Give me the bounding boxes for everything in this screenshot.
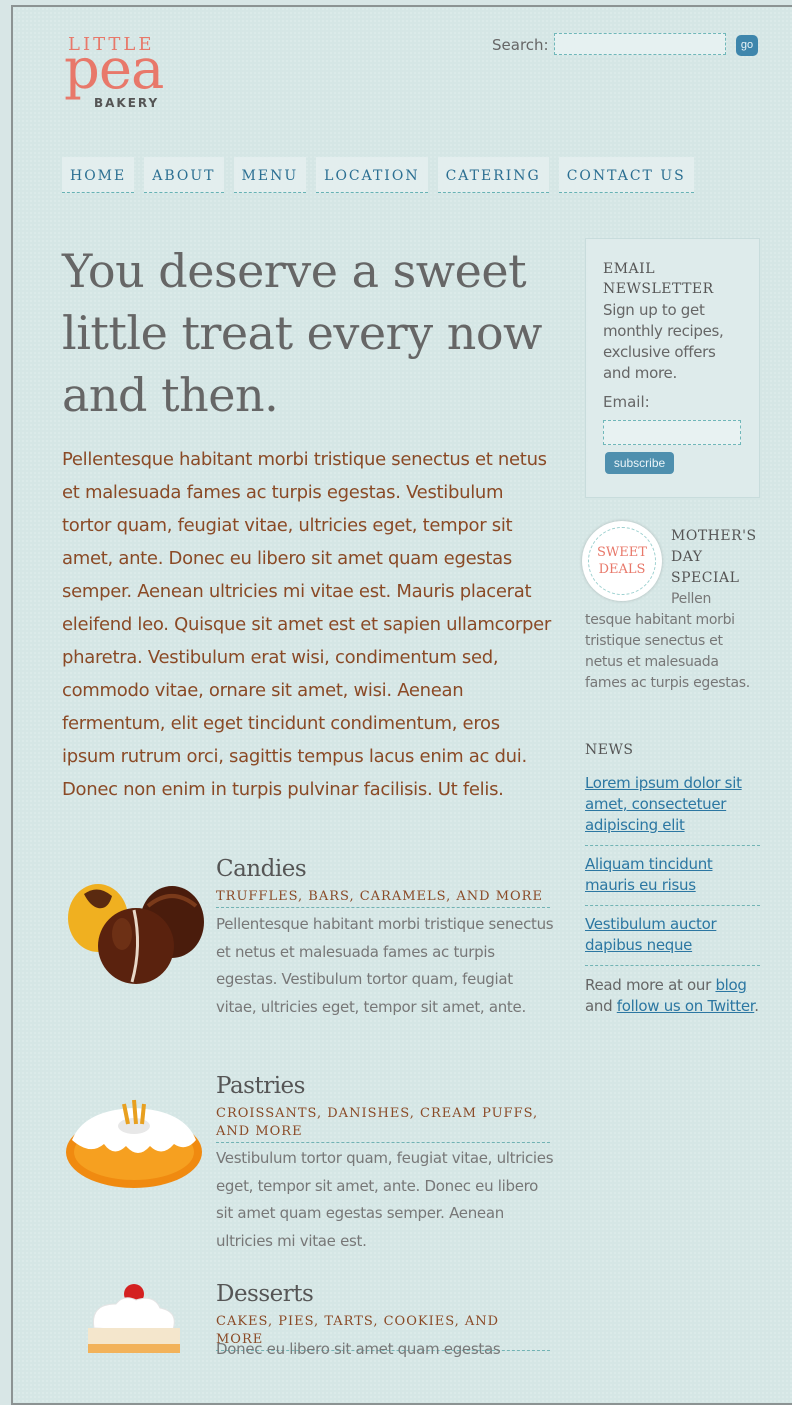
product-subtitle-pastries: CROISSANTS, DANISHES, CREAM PUFFS, AND M…: [216, 1105, 550, 1143]
hero-headline: You deserve a sweet little treat every n…: [62, 244, 542, 422]
blog-link[interactable]: blog: [715, 976, 747, 994]
read-more-text: Read more at our blog and follow us on T…: [585, 975, 760, 1017]
search-input[interactable]: [554, 33, 726, 55]
nav-contact-us[interactable]: CONTACT US: [558, 157, 694, 193]
newsletter-email-input[interactable]: [603, 420, 741, 445]
bundt-cake-icon: [64, 1096, 204, 1192]
sweet-deals-badge-text: SWEET DEALS: [588, 527, 656, 595]
nav-home[interactable]: HOME: [62, 157, 135, 193]
nav-location[interactable]: LOCATION: [316, 157, 428, 193]
read-more-middle: and: [585, 997, 617, 1015]
search-label: Search:: [492, 36, 549, 54]
product-description-pastries: Vestibulum tortor quam, feugiat vitae, u…: [216, 1149, 554, 1250]
newsletter-email-label: Email:: [603, 393, 650, 411]
logo-bakery-text: BAKERY: [94, 96, 160, 110]
subscribe-button[interactable]: subscribe: [605, 452, 674, 474]
mothers-day-title: MOTHER'S DAY SPECIAL: [671, 528, 757, 586]
news-heading: NEWS: [585, 742, 634, 758]
nav-menu[interactable]: MENU: [233, 157, 307, 193]
product-description-candies: Pellentesque habitant morbi tristique se…: [216, 915, 554, 1016]
news-link-2[interactable]: Aliquam tincidunt mauris eu risus: [585, 854, 760, 906]
news-link-1[interactable]: Lorem ipsum dolor sit amet, consectetuer…: [585, 773, 760, 846]
twitter-link[interactable]: follow us on Twitter: [617, 997, 755, 1015]
newsletter-title: EMAIL NEWSLETTER: [603, 261, 714, 297]
search-go-button[interactable]: go: [736, 35, 758, 56]
product-title-candies[interactable]: Candies: [216, 856, 307, 882]
product-title-pastries[interactable]: Pastries: [216, 1073, 305, 1099]
logo-pea-text[interactable]: pea: [64, 42, 164, 98]
product-title-desserts[interactable]: Desserts: [216, 1281, 314, 1307]
chocolate-truffles-icon: [64, 880, 206, 988]
product-description-desserts: Donec eu libero sit amet quam egestas: [216, 1340, 501, 1358]
mothers-day-text: Pellen tesque habitant morbi tristique s…: [585, 591, 750, 691]
main-nav: HOME ABOUT MENU LOCATION CATERING CONTAC…: [62, 157, 694, 193]
read-more-prefix: Read more at our: [585, 976, 716, 994]
newsletter-text: Sign up to get monthly recipes, exclusiv…: [603, 301, 724, 382]
read-more-suffix: .: [754, 997, 759, 1015]
nav-catering[interactable]: CATERING: [437, 157, 549, 193]
intro-paragraph: Pellentesque habitant morbi tristique se…: [62, 449, 552, 800]
cupcake-icon: [80, 1282, 184, 1353]
nav-about[interactable]: ABOUT: [144, 157, 224, 193]
product-subtitle-candies: TRUFFLES, BARS, CARAMELS, AND MORE: [216, 888, 550, 908]
news-link-3[interactable]: Vestibulum auctor dapibus neque: [585, 914, 760, 966]
